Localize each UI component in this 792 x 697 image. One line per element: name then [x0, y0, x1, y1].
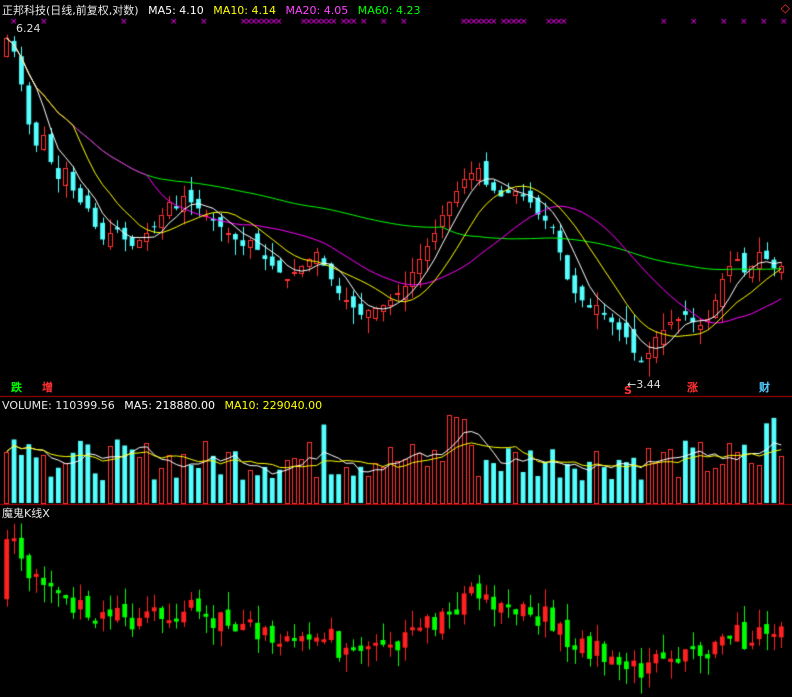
price-legend: 正邦科技(日线,前复权,对数) MA5: 4.10 MA10: 4.14 MA2… — [2, 4, 426, 17]
low-price-label: ←3.44 — [627, 378, 661, 391]
ma5-value: MA5: 4.10 — [148, 4, 204, 17]
volume-value: VOLUME: 110399.56 — [2, 399, 115, 412]
badge-die[interactable]: 跌 — [11, 381, 22, 394]
badge-s[interactable]: S — [624, 384, 632, 397]
diamond-icon[interactable]: ◇ — [781, 2, 790, 15]
stock-chart-canvas[interactable] — [0, 0, 792, 697]
volume-ma10: MA10: 229040.00 — [224, 399, 323, 412]
badge-zhang[interactable]: 涨 — [687, 381, 698, 394]
ma20-value: MA20: 4.05 — [285, 4, 349, 17]
volume-ma5: MA5: 218880.00 — [124, 399, 215, 412]
volume-legend: VOLUME: 110399.56 MA5: 218880.00 MA10: 2… — [2, 399, 328, 412]
badge-zeng[interactable]: 增 — [42, 381, 53, 394]
high-price-label: 6.24 — [16, 22, 41, 35]
badge-cai[interactable]: 财 — [759, 381, 770, 394]
indicator-title: 魔鬼K线X — [2, 507, 50, 520]
low-price-value: 3.44 — [636, 378, 661, 391]
ma60-value: MA60: 4.23 — [357, 4, 421, 17]
stock-title: 正邦科技(日线,前复权,对数) — [2, 4, 139, 17]
ma10-value: MA10: 4.14 — [213, 4, 277, 17]
